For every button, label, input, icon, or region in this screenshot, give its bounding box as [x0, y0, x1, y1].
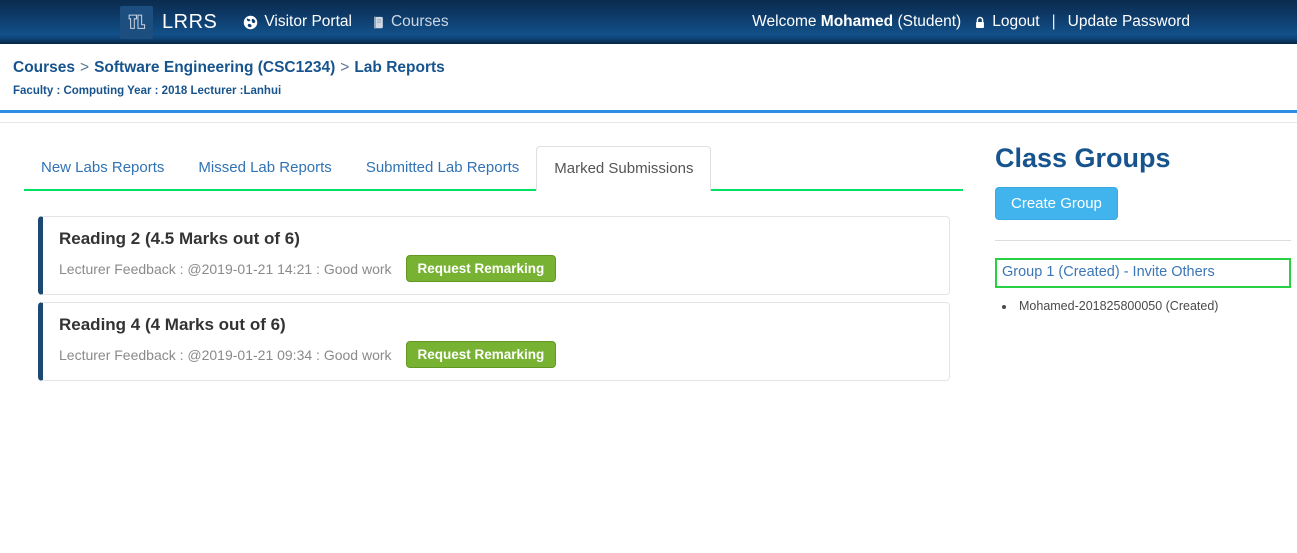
submission-title: Reading 4 (4 Marks out of 6)	[59, 315, 933, 335]
breadcrumb-section: Courses > Software Engineering (CSC1234) > L…	[0, 44, 1297, 113]
class-groups-sidebar: Class Groups Create Group Group 1 (Creat…	[995, 123, 1291, 313]
breadcrumb: Courses > Software Engineering (CSC1234) > L…	[13, 59, 1297, 77]
lecturer-feedback: Lecturer Feedback : @2019-01-21 09:34 : …	[59, 347, 392, 363]
breadcrumb-courses[interactable]: Courses	[13, 59, 75, 76]
lock-icon	[974, 15, 986, 30]
group-invite-link[interactable]: Group 1 (Created) - Invite Others	[1002, 264, 1215, 280]
submission-card: Reading 4 (4 Marks out of 6) Lecturer Fe…	[38, 302, 950, 381]
group-member-list: Mohamed-201825800050 (Created)	[995, 299, 1291, 313]
nav-visitor-portal[interactable]: Visitor Portal	[243, 13, 352, 31]
course-meta: Faculty : Computing Year : 2018 Lecturer…	[13, 85, 1297, 97]
breadcrumb-lab-reports[interactable]: Lab Reports	[354, 59, 444, 76]
sidebar-divider	[995, 240, 1291, 241]
nav-logout[interactable]: Logout	[974, 13, 1039, 31]
nav-logout-label: Logout	[992, 13, 1039, 31]
group-box: Group 1 (Created) - Invite Others	[995, 258, 1291, 288]
reports-column: New Labs Reports Missed Lab Reports Subm…	[24, 123, 963, 388]
nav-courses[interactable]: Courses	[371, 13, 449, 31]
book-icon	[371, 15, 385, 30]
brand-link[interactable]: LRRS	[120, 6, 217, 39]
lecturer-feedback: Lecturer Feedback : @2019-01-21 14:21 : …	[59, 261, 392, 277]
nav-visitor-portal-label: Visitor Portal	[264, 13, 352, 31]
nav-courses-label: Courses	[391, 13, 449, 31]
top-navbar: LRRS Visitor Portal	[0, 0, 1297, 44]
class-groups-title: Class Groups	[995, 143, 1291, 174]
submission-card: Reading 2 (4.5 Marks out of 6) Lecturer …	[38, 216, 950, 295]
nav-separator: |	[1052, 13, 1056, 31]
group-member: Mohamed-201825800050 (Created)	[1016, 299, 1291, 313]
navbar-left-group: LRRS Visitor Portal	[120, 6, 449, 39]
username: Mohamed	[821, 13, 893, 31]
navbar-right-group: Welcome Mohamed (Student) Logout | Updat…	[752, 13, 1190, 31]
tab-submitted-lab-reports[interactable]: Submitted Lab Reports	[349, 146, 536, 191]
create-group-button[interactable]: Create Group	[995, 187, 1118, 220]
tab-missed-lab-reports[interactable]: Missed Lab Reports	[181, 146, 348, 191]
nav-update-password[interactable]: Update Password	[1068, 13, 1190, 31]
report-tabs: New Labs Reports Missed Lab Reports Subm…	[24, 146, 963, 191]
breadcrumb-course-name[interactable]: Software Engineering (CSC1234)	[94, 59, 335, 76]
breadcrumb-separator: >	[80, 59, 89, 76]
submission-title: Reading 2 (4.5 Marks out of 6)	[59, 229, 933, 249]
tab-new-labs-reports[interactable]: New Labs Reports	[24, 146, 181, 191]
request-remarking-button[interactable]: Request Remarking	[406, 341, 557, 368]
content-area: New Labs Reports Missed Lab Reports Subm…	[0, 122, 1297, 388]
welcome-text: Welcome Mohamed (Student)	[752, 13, 961, 31]
marked-submissions-list: Reading 2 (4.5 Marks out of 6) Lecturer …	[24, 216, 963, 381]
request-remarking-button[interactable]: Request Remarking	[406, 255, 557, 282]
brand-label: LRRS	[162, 11, 217, 34]
welcome-prefix: Welcome	[752, 13, 821, 31]
globe-icon	[243, 15, 258, 30]
user-role: (Student)	[893, 13, 961, 31]
tab-marked-submissions[interactable]: Marked Submissions	[536, 146, 711, 191]
breadcrumb-separator: >	[340, 59, 349, 76]
lrrs-logo-icon	[120, 6, 153, 39]
